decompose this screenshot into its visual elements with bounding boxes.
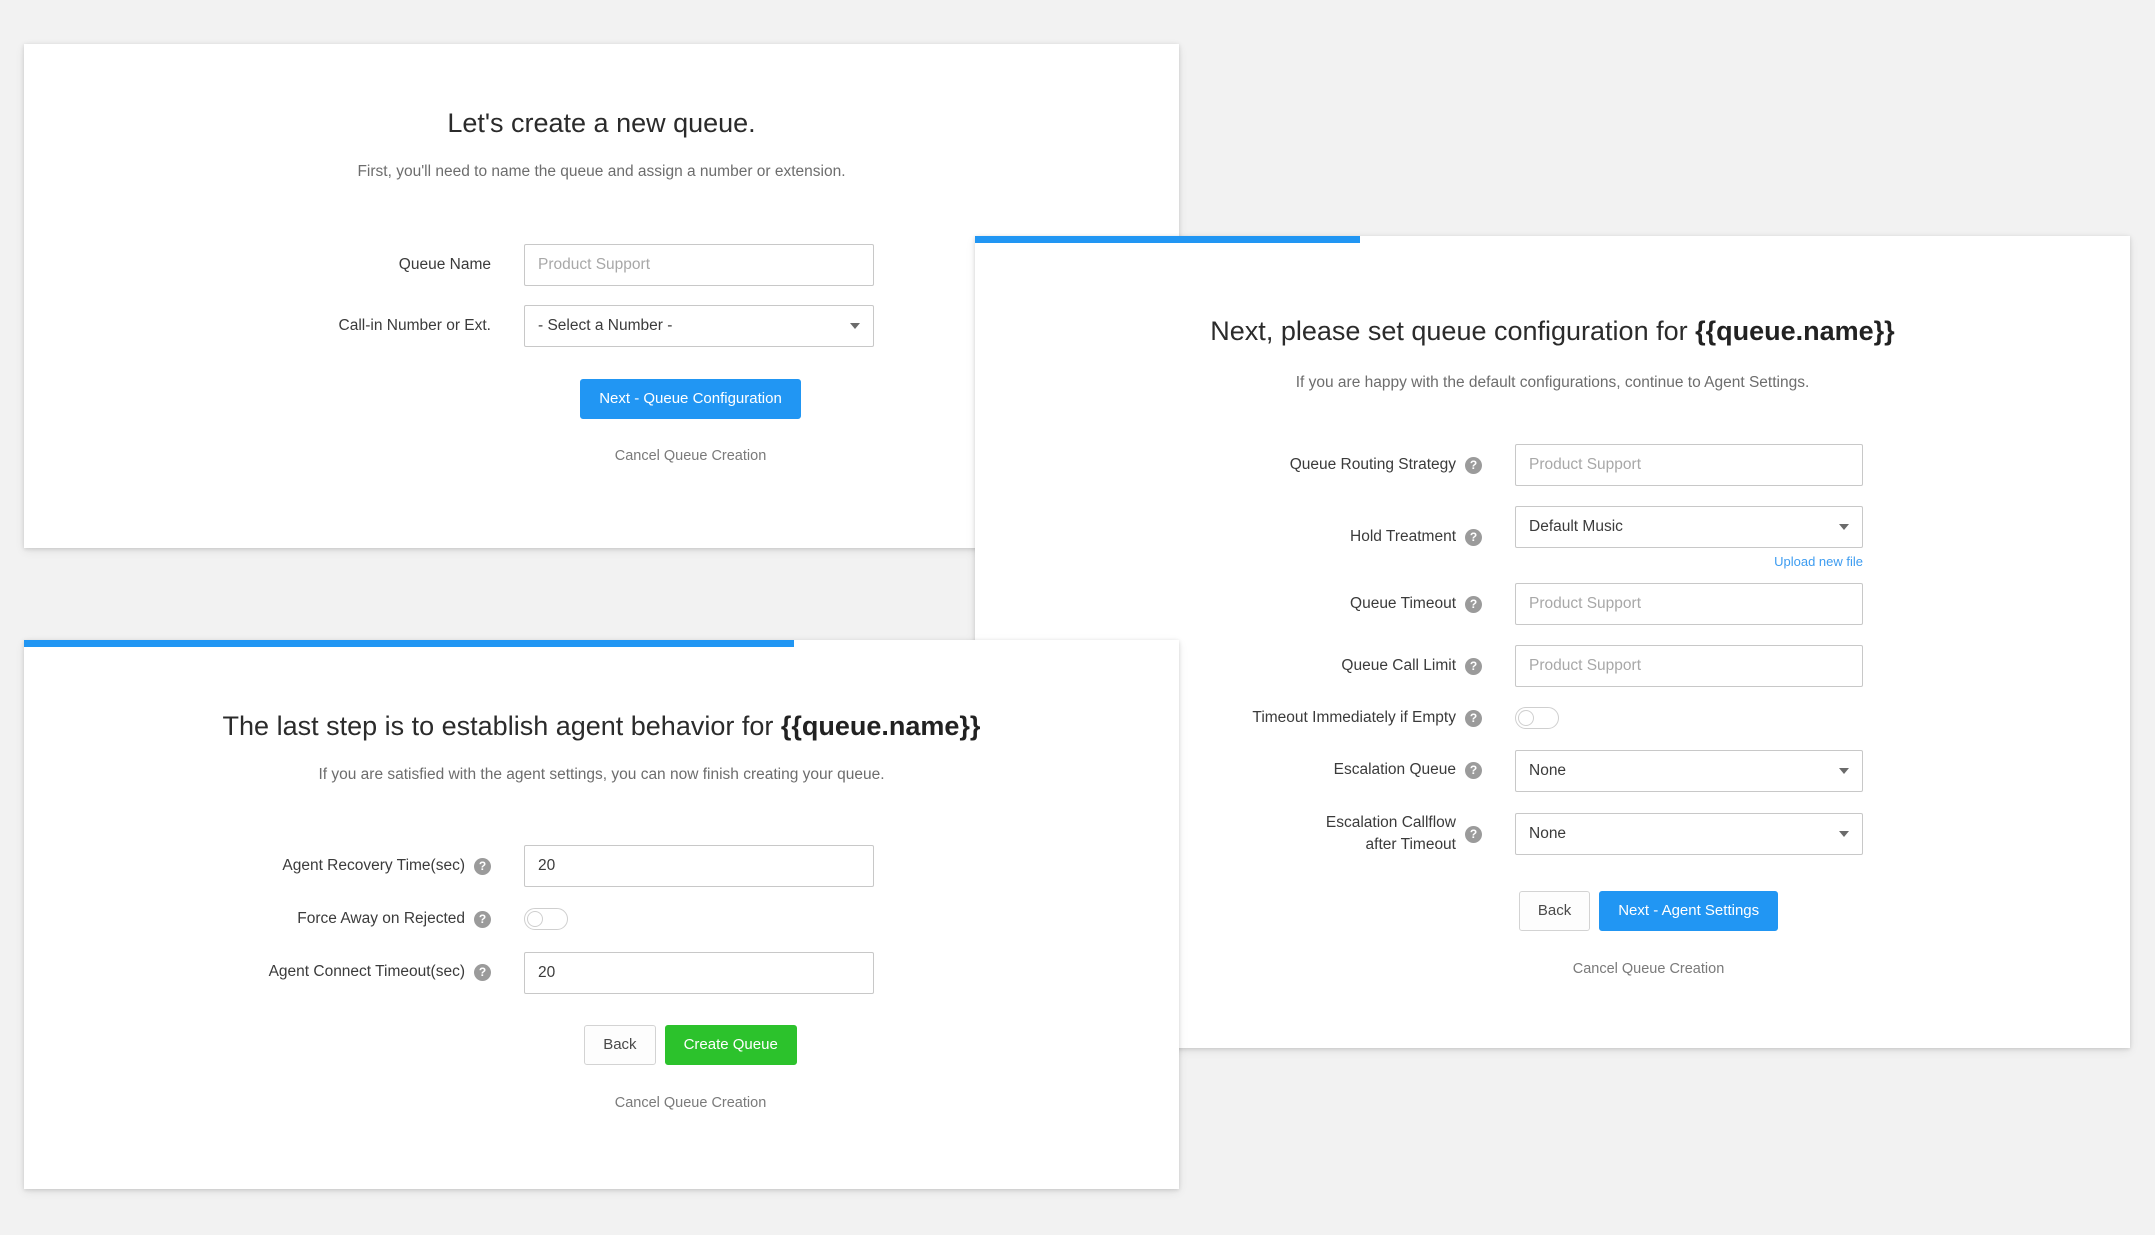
- help-circle-icon[interactable]: ?: [1465, 709, 1482, 727]
- control-escalation-callflow: None: [1515, 813, 1863, 856]
- label-queue-name: Queue Name: [24, 254, 524, 276]
- field-row-queue-routing-strategy: Queue Routing Strategy ?: [975, 444, 2130, 487]
- escalation-callflow-select[interactable]: None: [1515, 813, 1863, 856]
- control-queue-call-limit: [1515, 645, 1863, 688]
- control-timeout-immediately-if-empty: [1515, 707, 1863, 730]
- callin-number-select[interactable]: - Select a Number -: [524, 305, 874, 348]
- label-force-away-on-rejected: Force Away on Rejected ?: [24, 908, 524, 930]
- chevron-down-icon: [1839, 524, 1849, 531]
- label-text: Queue Name: [398, 255, 491, 273]
- step-progress-fill: [24, 640, 794, 647]
- next-agent-settings-button[interactable]: Next - Agent Settings: [1599, 890, 1779, 931]
- queue-timeout-input[interactable]: [1515, 583, 1863, 626]
- step-progress-bar: [975, 236, 2130, 243]
- help-circle-icon[interactable]: ?: [474, 964, 491, 982]
- back-button[interactable]: Back: [1518, 890, 1591, 931]
- back-button[interactable]: Back: [584, 1024, 656, 1065]
- help-circle-icon[interactable]: ?: [474, 857, 491, 875]
- page-subtitle: If you are satisfied with the agent sett…: [318, 766, 885, 784]
- help-circle-icon[interactable]: ?: [1465, 456, 1482, 474]
- queue-routing-strategy-input[interactable]: [1515, 444, 1863, 487]
- cancel-queue-creation-link[interactable]: Cancel Queue Creation: [1167, 961, 2130, 977]
- control-queue-routing-strategy: [1515, 444, 1863, 487]
- label-agent-recovery-time: Agent Recovery Time(sec) ?: [24, 855, 524, 877]
- control-callin-number: - Select a Number -: [524, 305, 874, 348]
- create-queue-button[interactable]: Create Queue: [664, 1024, 797, 1065]
- page-subtitle: First, you'll need to name the queue and…: [357, 163, 846, 181]
- page-title: Let's create a new queue.: [447, 108, 756, 138]
- label-text: Escalation Queue: [1333, 761, 1456, 779]
- help-circle-icon[interactable]: ?: [1465, 825, 1482, 843]
- toggle-knob: [1518, 710, 1534, 727]
- help-circle-icon[interactable]: ?: [1465, 595, 1482, 613]
- help-circle-icon[interactable]: ?: [1465, 762, 1482, 780]
- page-title-prefix: The last step is to establish agent beha…: [222, 711, 781, 741]
- help-circle-icon[interactable]: ?: [474, 910, 491, 928]
- label-text: Force Away on Rejected: [297, 910, 465, 928]
- page-subtitle: If you are happy with the default config…: [1295, 374, 1810, 392]
- label-hold-treatment: Hold Treatment ?: [975, 526, 1515, 548]
- chevron-down-icon: [1839, 831, 1849, 838]
- field-row-hold-treatment: Hold Treatment ? Default Music Upload ne…: [975, 506, 2130, 569]
- page-title: Next, please set queue configuration for…: [975, 314, 2130, 349]
- queue-name-input[interactable]: [524, 244, 874, 287]
- control-queue-timeout: [1515, 583, 1863, 626]
- label-agent-connect-timeout: Agent Connect Timeout(sec) ?: [24, 961, 524, 983]
- select-value: None: [1529, 825, 1567, 843]
- help-circle-icon[interactable]: ?: [1465, 657, 1482, 675]
- step-progress-fill: [975, 236, 1360, 243]
- label-text: Queue Routing Strategy: [1289, 455, 1456, 473]
- label-text: Agent Connect Timeout(sec): [268, 963, 465, 981]
- label-text: Queue Call Limit: [1341, 656, 1456, 674]
- hold-treatment-select[interactable]: Default Music: [1515, 506, 1863, 549]
- timeout-immediately-if-empty-toggle[interactable]: [1515, 707, 1559, 730]
- label-text: Escalation Callflow after Timeout: [1325, 813, 1456, 854]
- agent-recovery-time-input[interactable]: [524, 845, 874, 888]
- label-queue-routing-strategy: Queue Routing Strategy ?: [975, 454, 1515, 476]
- select-value: None: [1529, 761, 1567, 779]
- agent-behavior-card: The last step is to establish agent beha…: [24, 640, 1179, 1189]
- control-agent-connect-timeout: [524, 951, 874, 994]
- select-value: - Select a Number -: [538, 317, 673, 335]
- chevron-down-icon: [1839, 767, 1849, 774]
- step2-button-row: Back Next - Agent Settings: [1167, 890, 2130, 931]
- control-hold-treatment: Default Music Upload new file: [1515, 506, 1863, 569]
- upload-new-file-link[interactable]: Upload new file: [1515, 554, 1863, 569]
- toggle-knob: [527, 911, 543, 928]
- label-text: Agent Recovery Time(sec): [282, 856, 465, 874]
- help-circle-icon[interactable]: ?: [1465, 529, 1482, 547]
- label-queue-timeout: Queue Timeout ?: [975, 593, 1515, 615]
- control-force-away-on-rejected: [524, 908, 874, 931]
- control-queue-name: [524, 244, 874, 287]
- page-title-variable: {{queue.name}}: [1695, 316, 1895, 346]
- label-text: Queue Timeout: [1350, 594, 1456, 612]
- escalation-queue-select[interactable]: None: [1515, 749, 1863, 792]
- step3-button-row: Back Create Queue: [202, 1024, 1179, 1065]
- next-queue-configuration-button[interactable]: Next - Queue Configuration: [580, 379, 801, 420]
- control-escalation-queue: None: [1515, 749, 1863, 792]
- label-text: Hold Treatment: [1350, 528, 1456, 546]
- agent-connect-timeout-input[interactable]: [524, 951, 874, 994]
- control-agent-recovery-time: [524, 845, 874, 888]
- field-row-queue-timeout: Queue Timeout ?: [975, 583, 2130, 626]
- step-progress-bar: [24, 640, 1179, 647]
- field-row-agent-recovery-time: Agent Recovery Time(sec) ?: [24, 845, 1179, 888]
- page-title-variable: {{queue.name}}: [780, 711, 981, 741]
- force-away-on-rejected-toggle[interactable]: [524, 908, 568, 931]
- page-title-prefix: Next, please set queue configuration for: [1210, 316, 1696, 346]
- field-row-force-away-on-rejected: Force Away on Rejected ?: [24, 908, 1179, 931]
- agent-behavior-form: Agent Recovery Time(sec) ? Force Away on…: [24, 845, 1179, 1111]
- page-title: The last step is to establish agent beha…: [24, 709, 1179, 744]
- label-text: Timeout Immediately if Empty: [1252, 709, 1456, 727]
- chevron-down-icon: [850, 323, 860, 330]
- queue-call-limit-input[interactable]: [1515, 645, 1863, 688]
- label-text: Call-in Number or Ext.: [338, 316, 491, 334]
- field-row-agent-connect-timeout: Agent Connect Timeout(sec) ?: [24, 951, 1179, 994]
- label-callin-number: Call-in Number or Ext.: [24, 315, 524, 337]
- select-value: Default Music: [1529, 518, 1623, 536]
- cancel-queue-creation-link[interactable]: Cancel Queue Creation: [202, 1095, 1179, 1111]
